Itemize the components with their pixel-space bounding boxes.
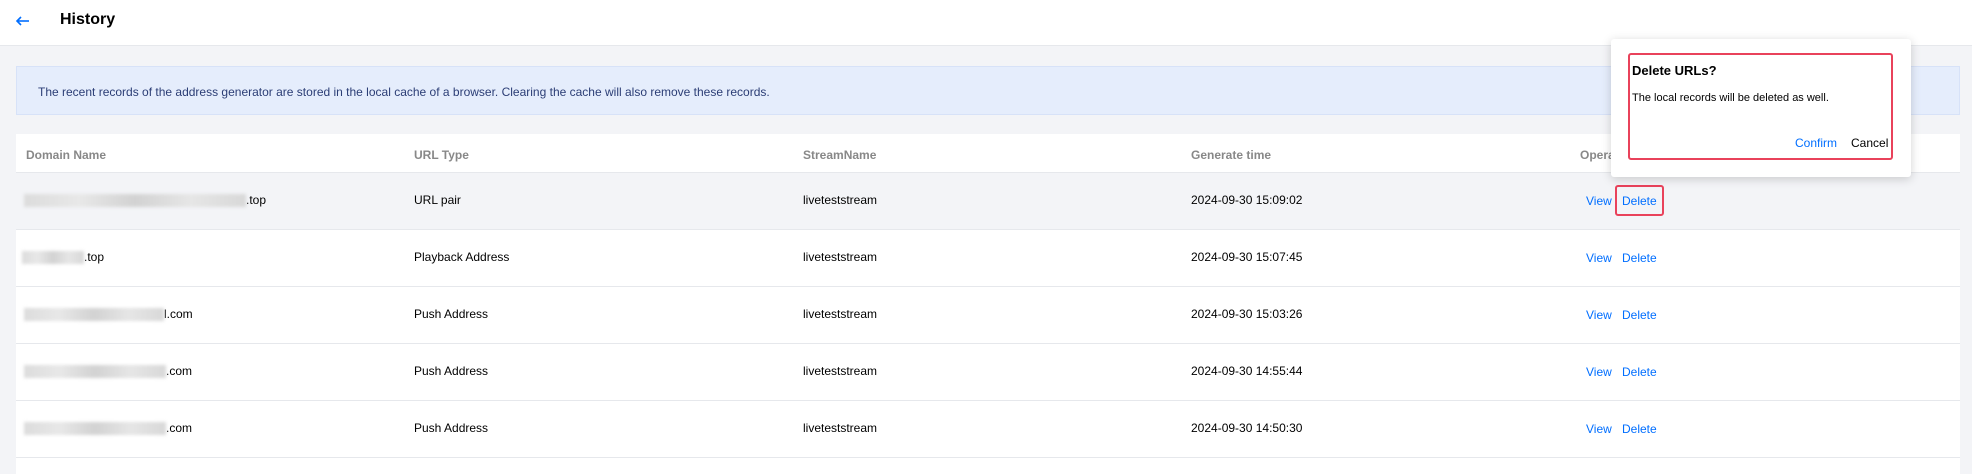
table-row: .com Push Address liveteststream 2024-09…: [16, 344, 1960, 401]
domain-cell: .com: [24, 364, 192, 379]
stream-name-cell: liveteststream: [803, 250, 878, 264]
redacted-domain: [24, 308, 164, 322]
domain-cell: .com: [24, 421, 192, 436]
stream-name-cell: liveteststream: [803, 193, 878, 207]
popover-message: The local records will be deleted as wel…: [1632, 92, 1829, 104]
delete-link[interactable]: Delete: [1622, 365, 1657, 379]
table-row: l.com Push Address liveteststream 2024-0…: [16, 287, 1960, 344]
redacted-domain: [24, 422, 166, 436]
delete-link[interactable]: Delete: [1622, 308, 1657, 322]
stream-name-cell: liveteststream: [803, 364, 878, 378]
generate-time-cell: 2024-09-30 15:09:02: [1191, 193, 1303, 207]
view-link[interactable]: View: [1586, 194, 1612, 208]
redacted-domain: [24, 365, 166, 379]
table-row: .com Push Address liveteststream 2024-09…: [16, 401, 1960, 458]
column-header-domain: Domain Name: [26, 148, 107, 162]
notice-text: The recent records of the address genera…: [38, 85, 770, 99]
generate-time-cell: 2024-09-30 14:55:44: [1191, 364, 1303, 378]
view-link[interactable]: View: [1586, 365, 1612, 379]
generate-time-cell: 2024-09-30 15:07:45: [1191, 250, 1303, 264]
arrow-left-icon[interactable]: [14, 12, 32, 30]
url-type-cell: Push Address: [414, 307, 489, 321]
delete-confirm-popover: Delete URLs? The local records will be d…: [1611, 39, 1911, 177]
column-header-generate-time: Generate time: [1191, 148, 1272, 162]
delete-highlight-frame: [1615, 185, 1664, 216]
view-link[interactable]: View: [1586, 422, 1612, 436]
domain-cell: .top: [24, 193, 266, 208]
domain-cell: .top: [22, 250, 104, 265]
url-type-cell: Push Address: [414, 421, 489, 435]
generate-time-cell: 2024-09-30 15:03:26: [1191, 307, 1303, 321]
stream-name-cell: liveteststream: [803, 421, 878, 435]
url-type-cell: Playback Address: [414, 250, 510, 264]
generate-time-cell: 2024-09-30 14:50:30: [1191, 421, 1303, 435]
domain-cell: l.com: [24, 307, 193, 322]
column-header-stream-name: StreamName: [803, 148, 877, 162]
table-row: .top URL pair liveteststream 2024-09-30 …: [16, 173, 1960, 230]
column-header-operation: Opera: [1580, 148, 1615, 162]
column-header-url-type: URL Type: [414, 148, 469, 162]
table-row: .top Playback Address liveteststream 202…: [16, 230, 1960, 287]
page-title: History: [60, 11, 116, 28]
cancel-button[interactable]: Cancel: [1851, 136, 1888, 150]
confirm-button[interactable]: Confirm: [1795, 136, 1837, 150]
url-type-cell: Push Address: [414, 364, 489, 378]
stream-name-cell: liveteststream: [803, 307, 878, 321]
delete-link[interactable]: Delete: [1622, 422, 1657, 436]
view-link[interactable]: View: [1586, 308, 1612, 322]
view-link[interactable]: View: [1586, 251, 1612, 265]
url-type-cell: URL pair: [414, 193, 461, 207]
delete-link[interactable]: Delete: [1622, 251, 1657, 265]
redacted-domain: [22, 251, 84, 265]
history-table: Domain Name URL Type StreamName Generate…: [16, 134, 1960, 474]
popover-title: Delete URLs?: [1632, 63, 1717, 78]
redacted-domain: [24, 194, 246, 208]
